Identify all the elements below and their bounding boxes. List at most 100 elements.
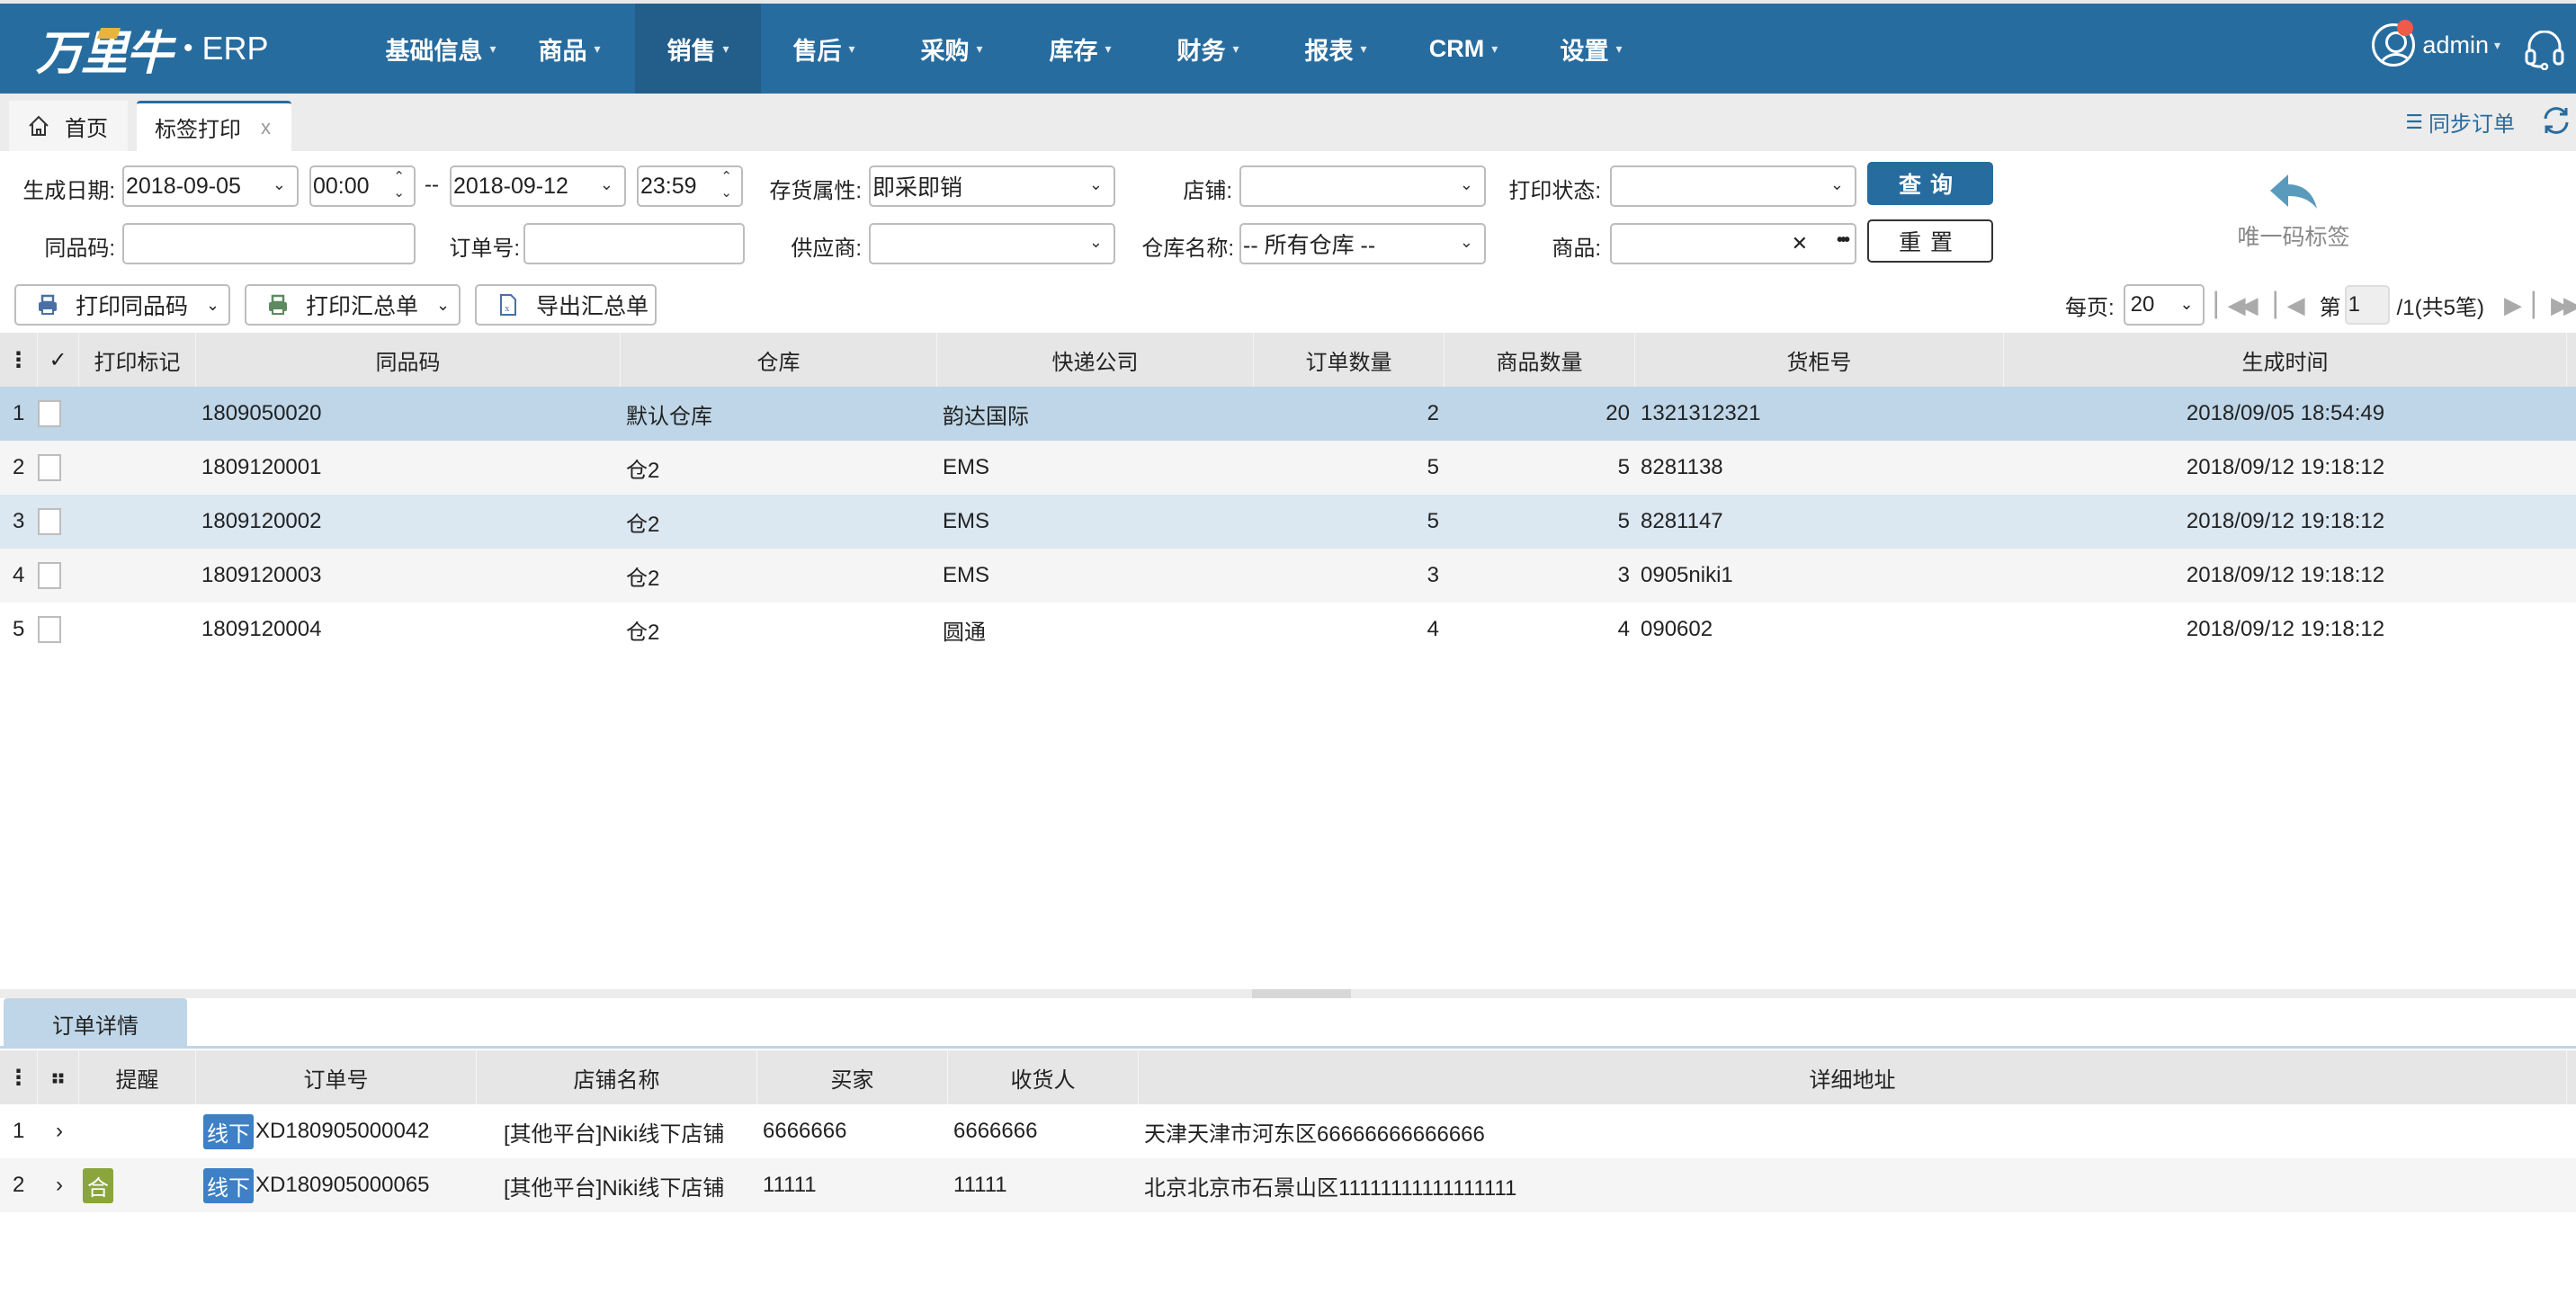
order-no-input[interactable] <box>523 223 745 264</box>
row-checkbox[interactable] <box>38 562 61 589</box>
nav-item-after-sales[interactable]: 售后 ▾ <box>761 4 887 94</box>
order-no-text[interactable]: XD180905000042 <box>255 1119 430 1144</box>
print-status-select[interactable]: ⌄ <box>1610 165 1856 207</box>
cell-print-mark <box>79 495 196 549</box>
table-row[interactable]: 2 › 合 线下 XD180905000065 [其他平台]Niki线下店铺 11111 11… <box>0 1158 2576 1212</box>
supplier-select[interactable]: ⌄ <box>869 223 1115 264</box>
nav-item-basic-info[interactable]: 基础信息 ▾ <box>360 4 522 94</box>
cell-order-qty: 3 <box>1427 563 1439 587</box>
col-header-order-qty[interactable]: 订单数量 <box>1254 333 1445 387</box>
col-header-express[interactable]: 快递公司 <box>937 333 1254 387</box>
headset-support-icon[interactable] <box>2524 31 2565 70</box>
select-all-checkbox[interactable]: ✓ <box>38 333 79 387</box>
chevron-down-icon: ⌄ <box>1088 233 1103 251</box>
next-page-icon[interactable]: ▶▕ <box>2504 291 2535 319</box>
top-navbar: 万里牛 • ERP 基础信息 ▾ 商品 ▾ 销售 ▾ 售后 ▾ 采购 ▾ 库存 ▾ 财务 ▾ … <box>0 4 2576 94</box>
row-index: 4 <box>13 563 25 587</box>
print-same-code-button[interactable]: 打印同品码 ⌄ <box>14 284 230 326</box>
warehouse-select[interactable]: -- 所有仓库 -- ⌄ <box>1239 223 1486 264</box>
order-no-text[interactable]: XD180905000065 <box>255 1173 430 1198</box>
page-number-input[interactable]: 1 <box>2344 285 2390 325</box>
goods-input[interactable]: ✕ ••• <box>1610 223 1856 264</box>
nav-item-inventory[interactable]: 库存 ▾ <box>1016 4 1144 94</box>
last-page-icon[interactable]: ▶▶ <box>2551 291 2576 319</box>
col-header-receiver[interactable]: 收货人 <box>948 1050 1139 1104</box>
column-menu-icon[interactable]: ⋮ <box>0 1050 38 1104</box>
print-summary-button[interactable]: 打印汇总单 ⌄ <box>245 284 461 326</box>
date-to-select[interactable]: 2018-09-12 ⌄ <box>450 165 626 207</box>
detail-grid-header: ⋮ ⠶ 提醒 订单号 店铺名称 买家 收货人 详细地址 <box>0 1050 2576 1104</box>
column-menu-icon[interactable]: ⋮ <box>0 333 38 387</box>
col-header-address[interactable]: 详细地址 <box>1139 1050 2567 1104</box>
channel-tag: 线下 <box>203 1113 254 1149</box>
row-checkbox[interactable] <box>38 400 61 427</box>
stock-attr-select[interactable]: 即采即销 ⌄ <box>869 165 1115 207</box>
table-row[interactable]: 1 1809050020 默认仓库 韵达国际 2 20 1321312321 2018/09/… <box>0 387 2576 441</box>
per-page-select[interactable]: 20 ⌄ <box>2123 284 2205 326</box>
export-summary-button[interactable]: x 导出汇总单 <box>475 284 657 326</box>
table-row[interactable]: 5 1809120004 仓2 圆通 4 4 090602 2018/09/12 19:18:… <box>0 603 2576 656</box>
app-logo[interactable]: 万里牛 • ERP <box>36 20 269 81</box>
more-icon[interactable]: ••• <box>1837 230 1850 251</box>
nav-item-settings[interactable]: 设置 ▾ <box>1527 4 1655 94</box>
user-menu[interactable]: admin ▾ <box>2372 20 2500 67</box>
tab-home[interactable]: 首页 <box>9 101 128 151</box>
cell-goods-qty: 3 <box>1617 563 1630 587</box>
grid-body: 1 1809050020 默认仓库 韵达国际 2 20 1321312321 2018/09/… <box>0 387 2576 656</box>
col-header-created-time[interactable]: 生成时间 <box>2004 333 2567 387</box>
spinner-arrows-icon[interactable]: ⌃ ⌄ <box>393 169 405 201</box>
col-header-buyer[interactable]: 买家 <box>757 1050 948 1104</box>
col-header-order-no[interactable]: 订单号 <box>196 1050 477 1104</box>
page-number-value: 1 <box>2348 292 2360 317</box>
col-header-print-mark[interactable]: 打印标记 <box>79 333 196 387</box>
reset-button[interactable]: 重置 <box>1867 219 1993 263</box>
expand-icon[interactable]: › <box>38 1104 79 1158</box>
same-code-input[interactable] <box>122 223 416 264</box>
merged-tag: 合 <box>83 1167 113 1203</box>
nav-item-goods[interactable]: 商品 ▾ <box>522 4 617 94</box>
cell-warehouse: 默认仓库 <box>626 404 712 429</box>
query-button[interactable]: 查询 <box>1867 162 1993 205</box>
shop-select[interactable]: ⌄ <box>1239 165 1486 207</box>
unique-code-label-button[interactable]: 唯一码标签 <box>2231 173 2357 252</box>
nav-item-finance[interactable]: 财务 ▾ <box>1144 4 1272 94</box>
spinner-arrows-icon[interactable]: ⌃ ⌄ <box>720 169 732 201</box>
tab-order-detail[interactable]: 订单详情 <box>4 998 187 1049</box>
row-checkbox[interactable] <box>38 454 61 481</box>
nav-item-purchase[interactable]: 采购 ▾ <box>887 4 1016 94</box>
supplier-label: 供应商: <box>791 237 862 261</box>
row-checkbox-cell <box>38 603 79 656</box>
date-from-select[interactable]: 2018-09-05 ⌄ <box>122 165 299 207</box>
table-row[interactable]: 3 1809120002 仓2 EMS 5 5 8281147 2018/09/12 19:1… <box>0 495 2576 549</box>
nav-item-crm[interactable]: CRM ▾ <box>1400 4 1527 94</box>
grid-toggle-icon[interactable]: ⠶ <box>38 1050 79 1104</box>
cell-print-mark <box>79 441 196 495</box>
first-page-icon[interactable]: ▏◀◀ <box>2215 291 2258 319</box>
table-row[interactable]: 1 › 线下 XD180905000042 [其他平台]Niki线下店铺 6666666 6… <box>0 1104 2576 1158</box>
prev-page-icon[interactable]: ▏◀ <box>2275 291 2305 319</box>
expand-icon[interactable]: › <box>38 1158 79 1212</box>
tab-label-print[interactable]: 标签打印 x <box>137 101 291 151</box>
excel-file-icon: x <box>500 294 516 316</box>
col-header-remind[interactable]: 提醒 <box>79 1050 196 1104</box>
col-header-same-code[interactable]: 同品码 <box>196 333 621 387</box>
time-to-spinner[interactable]: 23:59 ⌃ ⌄ <box>637 165 743 207</box>
sync-orders-button[interactable]: ☰ 同步订单 <box>2405 106 2515 138</box>
row-checkbox[interactable] <box>38 616 61 643</box>
table-row[interactable]: 4 1809120003 仓2 EMS 3 3 0905niki1 2018/09/12 19… <box>0 549 2576 603</box>
col-header-goods-qty[interactable]: 商品数量 <box>1445 333 1635 387</box>
row-checkbox[interactable] <box>38 508 61 535</box>
time-from-spinner[interactable]: 00:00 ⌃ ⌄ <box>309 165 416 207</box>
refresh-icon[interactable] <box>2540 104 2572 137</box>
nav-item-sales[interactable]: 销售 ▾ <box>635 4 761 94</box>
col-header-shop[interactable]: 店铺名称 <box>477 1050 757 1104</box>
close-icon[interactable]: x <box>261 116 271 139</box>
col-header-cabinet[interactable]: 货柜号 <box>1635 333 2004 387</box>
cell-express: EMS <box>943 455 990 479</box>
chevron-down-icon: ⌄ <box>2179 295 2194 313</box>
clear-icon[interactable]: ✕ <box>1792 232 1808 255</box>
cell-order-qty: 5 <box>1427 509 1439 533</box>
table-row[interactable]: 2 1809120001 仓2 EMS 5 5 8281138 2018/09/12 19:1… <box>0 441 2576 495</box>
col-header-warehouse[interactable]: 仓库 <box>621 333 937 387</box>
nav-item-reports[interactable]: 报表 ▾ <box>1272 4 1400 94</box>
